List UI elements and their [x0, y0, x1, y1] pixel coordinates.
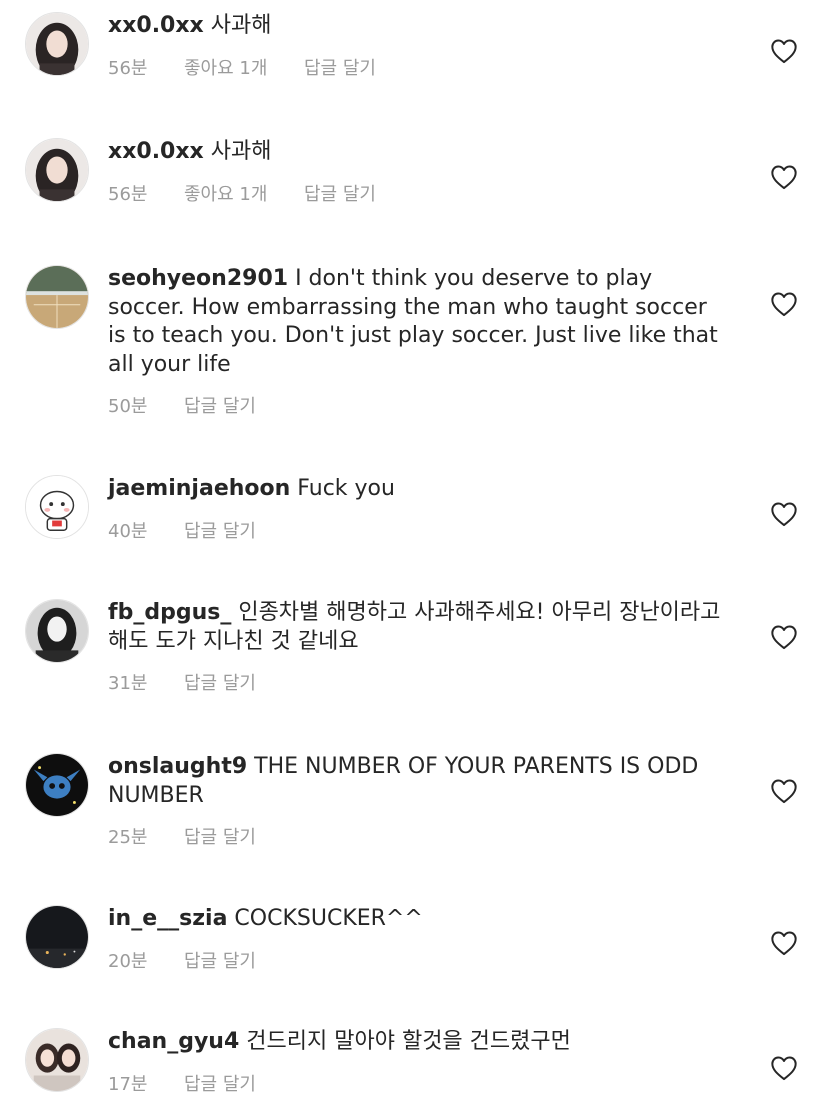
comment-time: 17분: [108, 1073, 148, 1095]
comment-time: 50분: [108, 396, 148, 417]
reply-button[interactable]: 답글 달기: [304, 54, 376, 80]
reply-button[interactable]: 답글 달기: [184, 392, 256, 418]
comment-text: COCKSUCKER^^: [234, 906, 423, 931]
heart-outline-icon[interactable]: [770, 930, 798, 956]
heart-outline-icon[interactable]: [770, 624, 798, 650]
comment-time: 56분: [108, 57, 148, 79]
comment-item: chan_gyu4 건드리지 말아야 할것을 건드렸구먼 17분 답글 달기: [0, 1015, 840, 1113]
comment-username[interactable]: xx0.0xx: [108, 139, 204, 164]
comment-username[interactable]: fb_dpgus_: [108, 600, 231, 625]
user-avatar[interactable]: [25, 12, 89, 76]
user-avatar[interactable]: [25, 905, 89, 969]
reply-button[interactable]: 답글 달기: [184, 1070, 256, 1096]
comment-likes-count[interactable]: 좋아요 1개: [184, 54, 304, 80]
user-avatar[interactable]: [25, 1028, 89, 1092]
comment-text: 건드리지 말아야 할것을 건드렸구먼: [246, 1029, 571, 1054]
comment-text: Fuck you: [297, 476, 395, 501]
comment-item: fb_dpgus_ 인종차별 해명하고 사과해주세요! 아무리 장난이라고 해도…: [0, 586, 840, 726]
user-avatar[interactable]: [25, 138, 89, 202]
comment-item: seohyeon2901 I don't think you deserve t…: [0, 252, 840, 452]
comment-text: 사과해: [210, 139, 272, 164]
heart-outline-icon[interactable]: [770, 501, 798, 527]
comment-item: onslaught9 THE NUMBER OF YOUR PARENTS IS…: [0, 740, 840, 880]
heart-outline-icon[interactable]: [770, 1055, 798, 1081]
comment-item: in_e__szia COCKSUCKER^^ 20분 답글 달기: [0, 892, 840, 1012]
comment-username[interactable]: jaeminjaehoon: [108, 476, 290, 501]
comment-username[interactable]: xx0.0xx: [108, 13, 204, 38]
comment-item: xx0.0xx 사과해 56분 좋아요 1개 답글 달기: [0, 126, 840, 246]
heart-outline-icon[interactable]: [770, 778, 798, 804]
reply-button[interactable]: 답글 달기: [184, 517, 256, 543]
heart-outline-icon[interactable]: [770, 164, 798, 190]
reply-button[interactable]: 답글 달기: [304, 180, 376, 206]
comment-likes-count[interactable]: 좋아요 1개: [184, 180, 304, 206]
user-avatar[interactable]: [25, 599, 89, 663]
heart-outline-icon[interactable]: [770, 38, 798, 64]
reply-button[interactable]: 답글 달기: [184, 669, 256, 695]
comment-item: xx0.0xx 사과해 56분 좋아요 1개 답글 달기: [0, 0, 840, 120]
comment-username[interactable]: chan_gyu4: [108, 1029, 239, 1054]
comment-time: 56분: [108, 183, 148, 205]
comment-text: 사과해: [210, 13, 272, 38]
reply-button[interactable]: 답글 달기: [184, 947, 256, 973]
comment-username[interactable]: in_e__szia: [108, 906, 227, 931]
heart-outline-icon[interactable]: [770, 291, 798, 317]
comment-time: 31분: [108, 673, 148, 694]
comment-time: 20분: [108, 950, 148, 972]
comment-time: 25분: [108, 827, 148, 848]
comment-item: jaeminjaehoon Fuck you 40분 답글 달기: [0, 462, 840, 582]
comment-username[interactable]: onslaught9: [108, 754, 247, 779]
reply-button[interactable]: 답글 달기: [184, 823, 256, 849]
comment-username[interactable]: seohyeon2901: [108, 266, 288, 291]
user-avatar[interactable]: [25, 265, 89, 329]
comment-time: 40분: [108, 520, 148, 542]
user-avatar[interactable]: [25, 753, 89, 817]
user-avatar[interactable]: [25, 475, 89, 539]
